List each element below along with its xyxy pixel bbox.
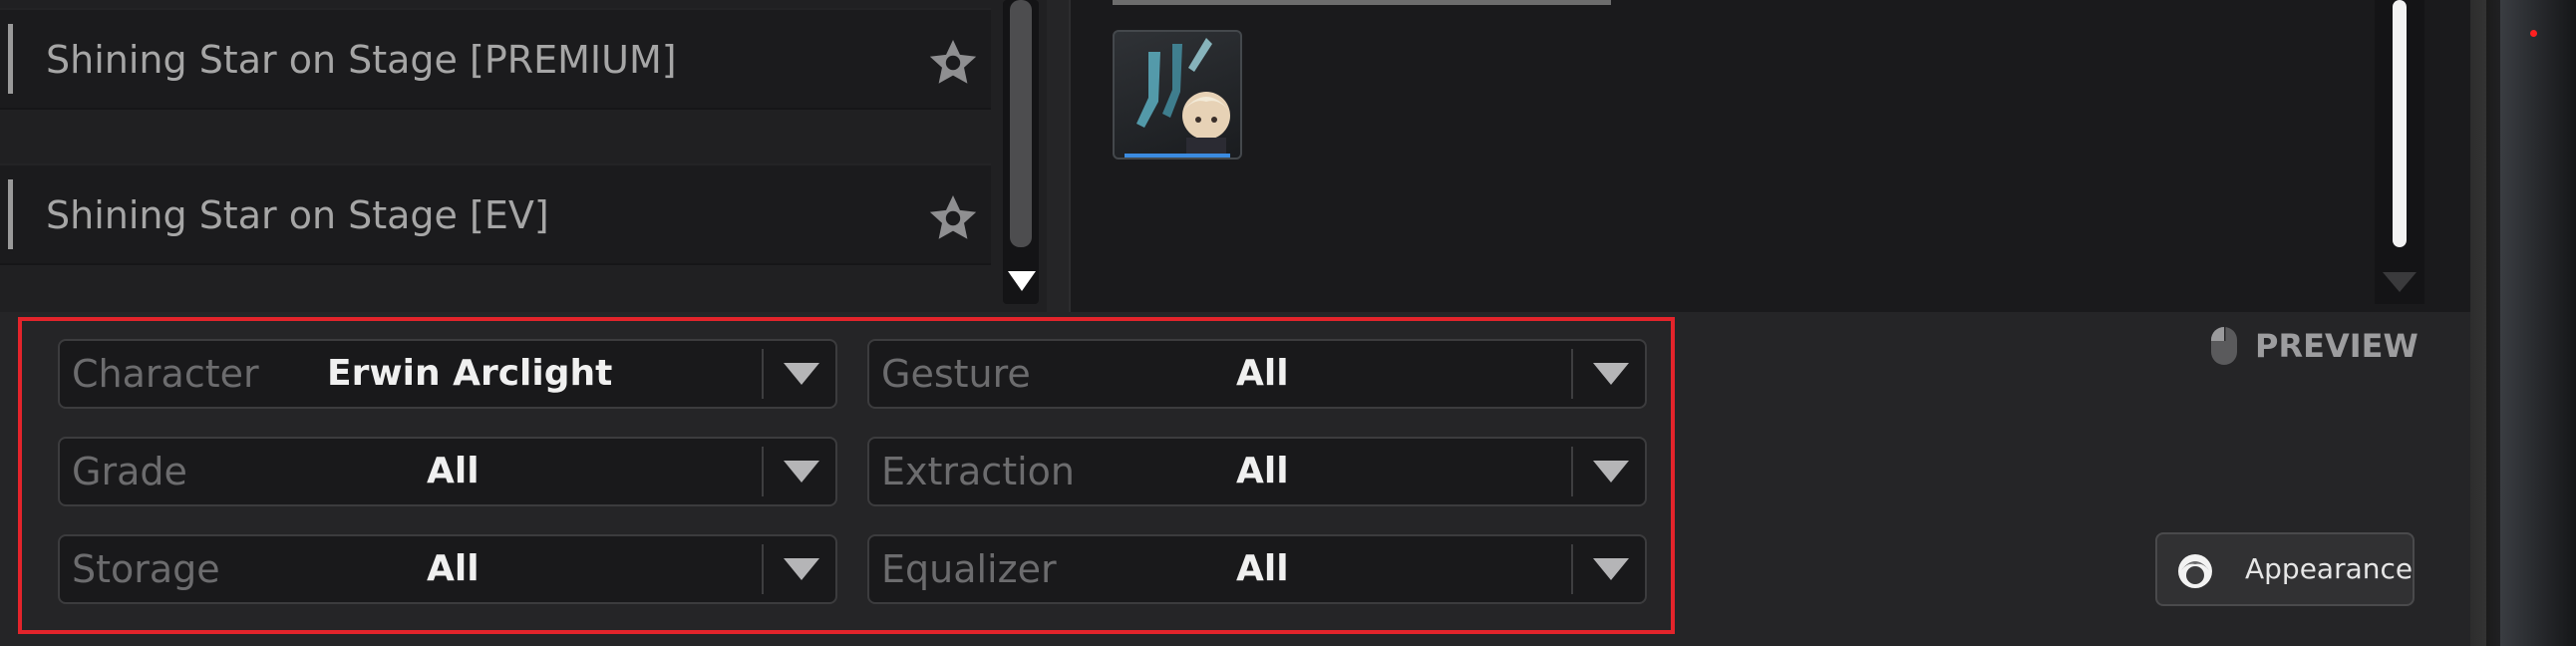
dropdown-separator [1571, 544, 1573, 594]
costume-art-icon [1136, 38, 1230, 156]
thumbnail-grade-bar [1125, 154, 1230, 158]
storage-dropdown[interactable]: Storage All [58, 534, 837, 604]
item-grid-panel [1069, 0, 2470, 312]
star-icon[interactable] [925, 36, 981, 90]
notification-dot [2530, 30, 2537, 37]
dropdown-separator [762, 447, 764, 496]
list-scroll-thumb[interactable] [1010, 0, 1032, 247]
mouse-icon [2211, 327, 2237, 365]
dropdown-label: Gesture [881, 352, 1031, 396]
dropdown-value: All [1236, 451, 1289, 491]
appearance-button[interactable]: Appearance [2155, 532, 2415, 606]
dropdown-value: All [427, 548, 480, 589]
dropdown-separator [762, 544, 764, 594]
dropdown-value: All [427, 451, 480, 491]
preview-label: PREVIEW [2255, 327, 2418, 365]
dropdown-separator [762, 349, 764, 399]
dropdown-value: All [1236, 353, 1289, 394]
chevron-down-icon[interactable] [1591, 554, 1631, 584]
dropdown-label: Storage [72, 547, 220, 591]
dropdown-separator [1571, 447, 1573, 496]
grade-dropdown[interactable]: Grade All [58, 437, 837, 506]
chevron-down-icon[interactable] [782, 554, 821, 584]
chevron-down-icon[interactable] [1591, 359, 1631, 389]
dropdown-value: Erwin Arclight [327, 353, 613, 394]
preview-hint: PREVIEW [2209, 321, 2418, 371]
costume-thumbnail[interactable] [1113, 30, 1242, 160]
grid-scroll-thumb[interactable] [2393, 0, 2407, 247]
equalizer-dropdown[interactable]: Equalizer All [867, 534, 1647, 604]
list-item[interactable]: Shining Star on Stage [EV] [0, 163, 991, 265]
extraction-dropdown[interactable]: Extraction All [867, 437, 1647, 506]
gesture-dropdown[interactable]: Gesture All [867, 339, 1647, 409]
character-dropdown[interactable]: Character Erwin Arclight [58, 339, 837, 409]
dropdown-label: Character [72, 352, 259, 396]
item-accent-bar [8, 179, 13, 249]
star-icon[interactable] [925, 191, 981, 245]
hair-icon [2178, 554, 2212, 588]
appearance-label: Appearance [2245, 552, 2414, 585]
dropdown-label: Equalizer [881, 547, 1057, 591]
dropdown-label: Extraction [881, 450, 1075, 493]
list-item[interactable]: Shining Star on Stage [PREMIUM] [0, 8, 991, 110]
scroll-down-arrow-icon[interactable] [1005, 267, 1039, 295]
chevron-down-icon[interactable] [782, 457, 821, 486]
dropdown-separator [1571, 349, 1573, 399]
list-item-label: Shining Star on Stage [EV] [46, 193, 549, 237]
item-accent-bar [8, 24, 13, 94]
character-preview-edge [2470, 0, 2576, 646]
dropdown-value: All [1236, 548, 1289, 589]
list-item-label: Shining Star on Stage [PREMIUM] [46, 38, 677, 82]
chevron-down-icon[interactable] [782, 359, 821, 389]
grid-top-divider [1113, 0, 1611, 5]
dropdown-label: Grade [72, 450, 187, 493]
scroll-down-arrow-icon[interactable] [2379, 267, 2420, 295]
chevron-down-icon[interactable] [1591, 457, 1631, 486]
